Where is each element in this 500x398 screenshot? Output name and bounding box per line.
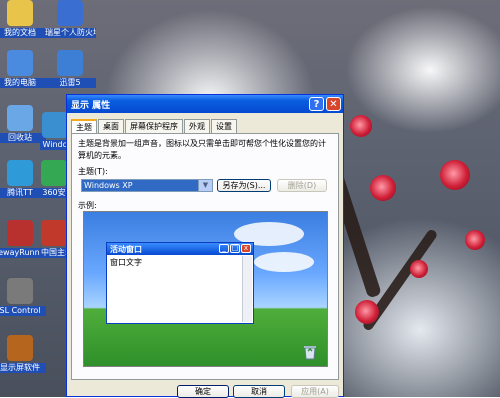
tab-screensaver[interactable]: 屏幕保护程序 [125,119,183,133]
wallpaper-blossom [440,160,470,190]
wallpaper-blossom [355,300,379,324]
theme-preview: 活动窗口 _ □ x 窗口文字 [83,211,328,367]
desktop-icon-label: 迅雷5 [44,78,96,88]
minimize-icon: _ [219,244,229,253]
windows-icon [42,112,68,138]
desktop-icon-label: 瑞星个人防火墙 [44,28,96,38]
desktop-icon-label: 显示屏软件 [0,363,46,373]
desktop-icon-firewall[interactable]: 瑞星个人防火墙 [44,0,96,38]
desktop-icon-label: 我的电脑 [0,78,46,88]
desktop-icon-label: 中国主动防护 [40,248,68,258]
tab-desktop[interactable]: 桌面 [98,119,124,133]
theme-description: 主题是背景加一组声音，图标以及只需单击即可帮您个性化设置您的计算机的元素。 [78,139,326,160]
theme-select-value: Windows XP [82,180,198,191]
dialog-titlebar[interactable]: 显示 属性 ? ✕ [67,95,343,113]
example-label: 示例: [78,201,97,210]
recycle-bin-icon [7,105,33,131]
ok-button[interactable]: 确定 [177,385,229,398]
preview-active-window: 活动窗口 _ □ x 窗口文字 [106,242,254,324]
display-properties-dialog: 显示 属性 ? ✕ 主题 桌面 屏幕保护程序 外观 设置 主题是背景加一组声音，… [66,94,344,398]
protect-icon [41,220,67,246]
shield-icon [57,0,83,26]
browser-icon [7,160,33,186]
download-icon [57,50,83,76]
network-icon [7,220,33,246]
desktop-icon-sl-control[interactable]: SL Control [0,278,46,316]
control-icon [7,278,33,304]
preview-window-title: 活动窗口 [110,245,142,254]
theme-label: 主题(T): [78,167,108,176]
desktop-icon-label: SL Control [0,306,46,316]
tab-strip: 主题 桌面 屏幕保护程序 外观 设置 [71,119,238,135]
wallpaper-blossom [350,115,372,137]
wallpaper-blossom [465,230,485,250]
chevron-down-icon[interactable]: ▼ [198,180,212,191]
desktop-icon-label: 我的文档 [0,28,46,38]
tab-settings[interactable]: 设置 [211,119,237,133]
wallpaper-blossom [370,175,396,201]
desktop-icon-china-protect[interactable]: 中国主动防护 [40,220,68,258]
preview-window-text: 窗口文字 [110,258,142,267]
cancel-button[interactable]: 取消 [233,385,285,398]
desktop-icon-my-documents[interactable]: 我的文档 [0,0,46,38]
desktop-icon-360[interactable]: 360安 [40,160,68,198]
desktop-icon-display-software[interactable]: 显示屏软件 [0,335,46,373]
close-icon: x [241,244,251,253]
maximize-icon: □ [230,244,240,253]
save-as-button[interactable]: 另存为(S)... [217,179,271,192]
computer-icon [7,50,33,76]
wallpaper-blossom [410,260,428,278]
dialog-title: 显示 属性 [71,101,111,111]
desktop-icon-thunder[interactable]: 迅雷5 [44,50,96,88]
folder-icon [7,0,33,26]
security-icon [41,160,67,186]
preview-scrollbar [242,256,252,322]
tab-appearance[interactable]: 外观 [184,119,210,133]
preview-cloud [254,252,314,272]
delete-button[interactable]: 删除(D) [277,179,327,192]
preview-titlebar: 活动窗口 _ □ x [107,243,253,255]
theme-select[interactable]: Windows XP ▼ [81,179,213,192]
close-button[interactable]: ✕ [326,97,341,111]
app-icon [7,335,33,361]
recycle-bin-icon [304,346,316,360]
apply-button[interactable]: 应用(A) [291,385,339,398]
desktop-icon-label: 360安 [40,188,68,198]
desktop-icon-my-computer[interactable]: 我的电脑 [0,50,46,88]
help-button[interactable]: ? [309,97,324,111]
